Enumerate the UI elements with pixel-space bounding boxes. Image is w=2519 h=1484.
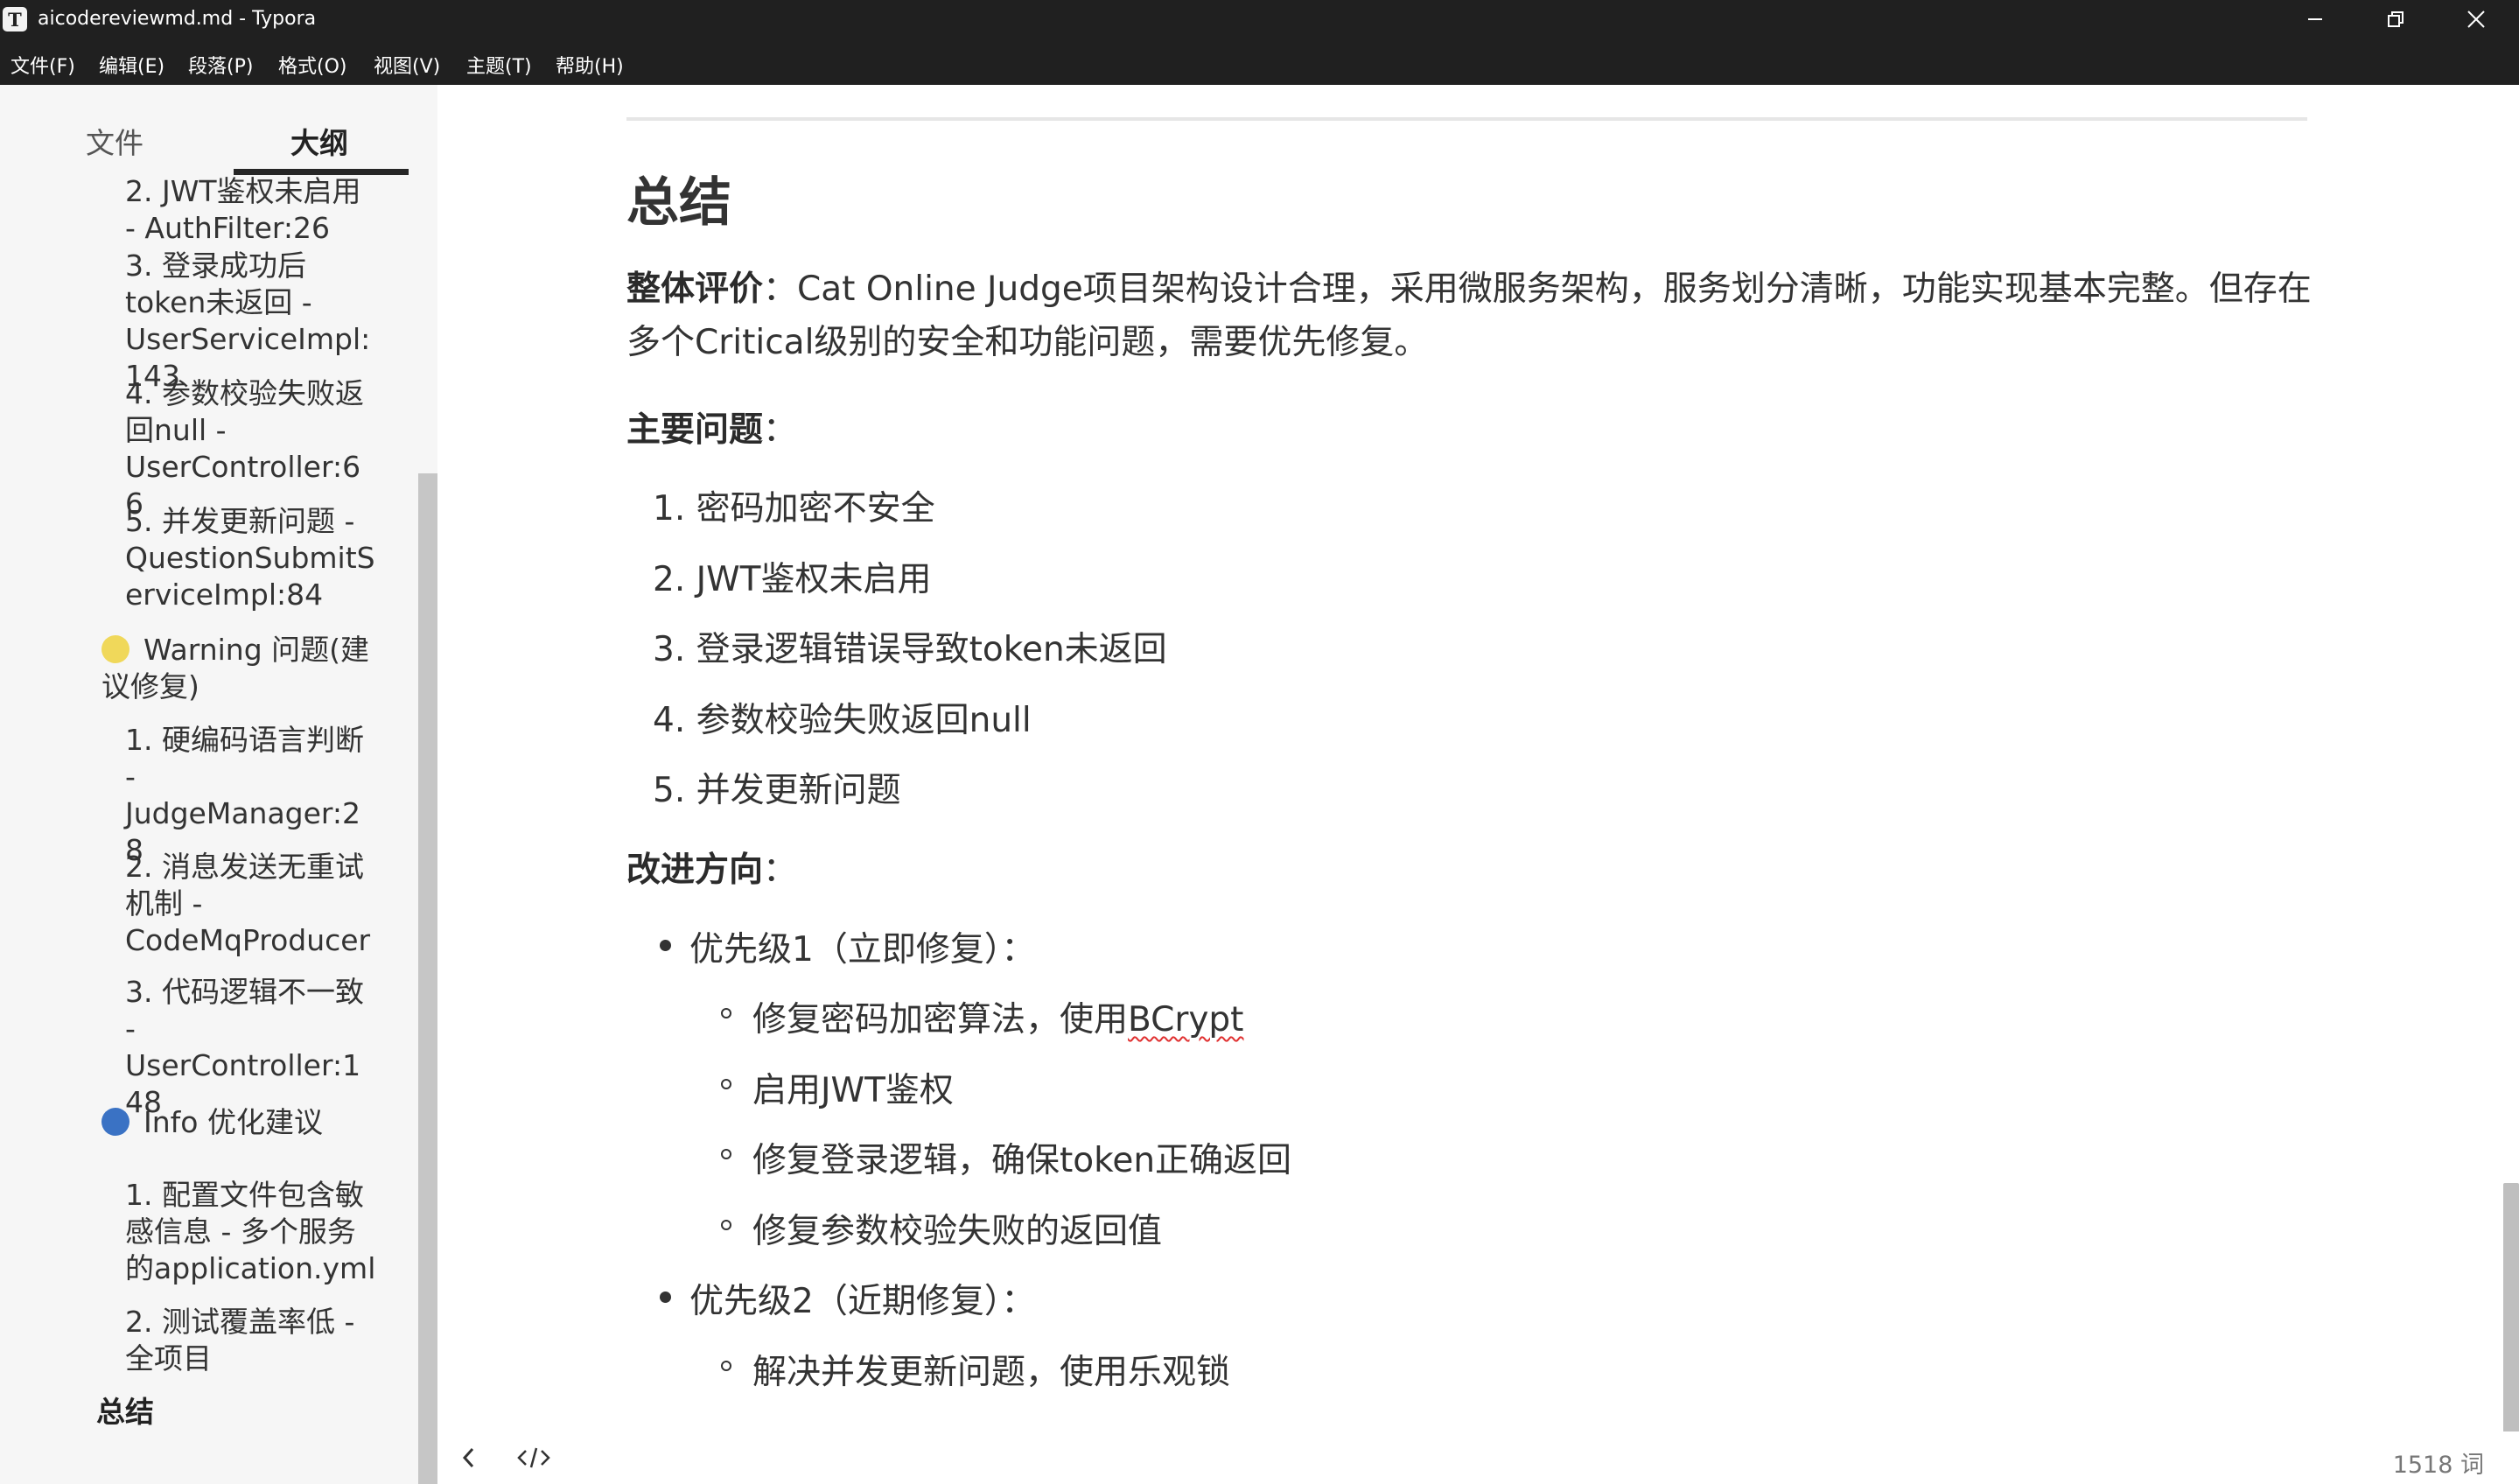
list-item: 启用JWT鉴权 bbox=[721, 1063, 954, 1112]
minimize-icon bbox=[2308, 18, 2322, 20]
bullet-icon bbox=[660, 1292, 671, 1303]
item-text: 解决并发更新问题，使用乐观锁 bbox=[752, 1353, 1231, 1392]
outline-item-label: Warning 问题(建议修复) bbox=[101, 633, 370, 704]
menu-paragraph[interactable]: 段落(P) bbox=[188, 51, 253, 79]
menu-help[interactable]: 帮助(H) bbox=[556, 51, 624, 79]
code-icon bbox=[517, 1447, 550, 1468]
menu-file[interactable]: 文件(F) bbox=[10, 51, 75, 79]
outline-item[interactable]: 5. 并发更新问题 - QuestionSubmitServiceImpl:84 bbox=[125, 503, 379, 613]
restore-icon bbox=[2388, 11, 2404, 27]
menu-theme[interactable]: 主题(T) bbox=[466, 51, 532, 79]
outline-item[interactable]: Info 优化建议 bbox=[101, 1104, 390, 1141]
outline-item[interactable]: 3. 登录成功后token未返回 - UserServiceImpl:143 bbox=[125, 248, 379, 395]
title-bar: T aicodereviewmd.md - Typora bbox=[0, 0, 2519, 38]
outline-item[interactable]: 1. 硬编码语言判断 - JudgeManager:28 bbox=[125, 722, 379, 869]
overall-text: ：Cat Online Judge项目架构设计合理，采用微服务架构，服务划分清晰… bbox=[626, 270, 2312, 362]
restore-button[interactable] bbox=[2355, 0, 2436, 38]
bullet-icon bbox=[660, 940, 671, 951]
status-bar: 1518 词 bbox=[437, 1432, 2519, 1484]
outline-item[interactable]: 1. 配置文件包含敏感信息 - 多个服务的application.yml bbox=[125, 1177, 379, 1287]
outline-item-label: Info 优化建议 bbox=[143, 1105, 323, 1139]
close-button[interactable] bbox=[2436, 0, 2516, 38]
hollow-bullet-icon bbox=[721, 1079, 731, 1089]
list-item: 优先级2（近期修复）： bbox=[660, 1274, 1036, 1323]
overall-paragraph: 整体评价：Cat Online Judge项目架构设计合理，采用微服务架构，服务… bbox=[626, 262, 2315, 369]
outline-panel: 2. JWT鉴权未启用 - AuthFilter:26 3. 登录成功后toke… bbox=[0, 175, 437, 1484]
item-text: 修复密码加密算法，使用 bbox=[752, 1000, 1129, 1040]
overall-label: 整体评价 bbox=[626, 270, 764, 309]
item-text: 修复参数校验失败的返回值 bbox=[752, 1212, 1163, 1251]
toggle-sidebar-button[interactable] bbox=[450, 1440, 488, 1475]
outline-item[interactable]: 3. 代码逻辑不一致 - UserController:148 bbox=[125, 974, 379, 1121]
menu-bar: 文件(F) 编辑(E) 段落(P) 格式(O) 视图(V) 主题(T) 帮助(H… bbox=[0, 38, 2519, 85]
horizontal-rule bbox=[626, 117, 2307, 121]
sidebar-scrollbar[interactable] bbox=[418, 473, 437, 1484]
outline-item[interactable]: 2. JWT鉴权未启用 - AuthFilter:26 bbox=[125, 175, 379, 247]
priority2-label: 优先级2（近期修复）： bbox=[689, 1282, 1036, 1321]
hollow-bullet-icon bbox=[721, 1008, 731, 1018]
window-title: aicodereviewmd.md - Typora bbox=[38, 8, 317, 30]
list-item: 修复登录逻辑，确保token正确返回 bbox=[721, 1133, 1292, 1182]
editor-area[interactable]: 总结 整体评价：Cat Online Judge项目架构设计合理，采用微服务架构… bbox=[437, 85, 2519, 1484]
list-item: 解决并发更新问题，使用乐观锁 bbox=[721, 1345, 1231, 1394]
list-item: 5. 并发更新问题 bbox=[653, 771, 901, 810]
active-tab-indicator bbox=[234, 169, 409, 175]
outline-item[interactable]: 4. 参数校验失败返回null - UserController:66 bbox=[125, 375, 379, 522]
yellow-circle-icon bbox=[101, 635, 129, 663]
menu-view[interactable]: 视图(V) bbox=[374, 51, 440, 79]
issues-colon: ： bbox=[763, 410, 798, 450]
spellcheck-word[interactable]: BCrypt bbox=[1128, 1000, 1243, 1040]
source-code-mode-button[interactable] bbox=[514, 1440, 553, 1475]
list-item: 修复密码加密算法，使用BCrypt bbox=[721, 992, 1243, 1041]
outline-item[interactable]: Warning 问题(建议修复) bbox=[101, 632, 390, 705]
item-text: 修复登录逻辑，确保token正确返回 bbox=[752, 1141, 1292, 1180]
outline-item[interactable]: 2. 消息发送无重试机制 - CodeMqProducer bbox=[125, 849, 379, 959]
issues-label: 主要问题 bbox=[626, 410, 764, 450]
list-item: 3. 登录逻辑错误导致token未返回 bbox=[653, 630, 1167, 669]
priority1-label: 优先级1（立即修复）： bbox=[689, 930, 1036, 970]
editor-scrollbar-thumb[interactable] bbox=[2503, 1183, 2519, 1432]
improve-label: 改进方向 bbox=[626, 850, 764, 890]
improve-colon: ： bbox=[763, 850, 798, 890]
list-item: 修复参数校验失败的返回值 bbox=[721, 1204, 1163, 1253]
list-item: 优先级1（立即修复）： bbox=[660, 922, 1036, 971]
hollow-bullet-icon bbox=[721, 1149, 731, 1159]
blue-circle-icon bbox=[101, 1108, 129, 1136]
tab-files[interactable]: 文件 bbox=[86, 120, 143, 162]
menu-format[interactable]: 格式(O) bbox=[278, 51, 346, 79]
tab-outline[interactable]: 大纲 bbox=[290, 120, 348, 162]
outline-item[interactable]: 2. 测试覆盖率低 - 全项目 bbox=[125, 1304, 379, 1377]
chevron-left-icon bbox=[462, 1447, 474, 1468]
improve-heading: 改进方向： bbox=[626, 843, 797, 892]
item-text: 启用JWT鉴权 bbox=[752, 1071, 954, 1110]
word-count[interactable]: 1518 词 bbox=[2393, 1446, 2484, 1480]
close-icon bbox=[2467, 10, 2485, 28]
list-item: 1. 密码加密不安全 bbox=[653, 489, 935, 528]
sidebar: 文件 大纲 2. JWT鉴权未启用 - AuthFilter:26 3. 登录成… bbox=[0, 85, 437, 1484]
issues-heading: 主要问题： bbox=[626, 402, 797, 452]
section-heading: 总结 bbox=[626, 172, 731, 234]
minimize-button[interactable] bbox=[2275, 0, 2355, 38]
hollow-bullet-icon bbox=[721, 1361, 731, 1371]
list-item: 2. JWT鉴权未启用 bbox=[653, 560, 932, 599]
typora-logo-icon: T bbox=[3, 7, 27, 32]
menu-edit[interactable]: 编辑(E) bbox=[99, 51, 164, 79]
outline-item-active[interactable]: 总结 bbox=[96, 1394, 154, 1431]
list-item: 4. 参数校验失败返回null bbox=[653, 701, 1032, 740]
hollow-bullet-icon bbox=[721, 1220, 731, 1230]
